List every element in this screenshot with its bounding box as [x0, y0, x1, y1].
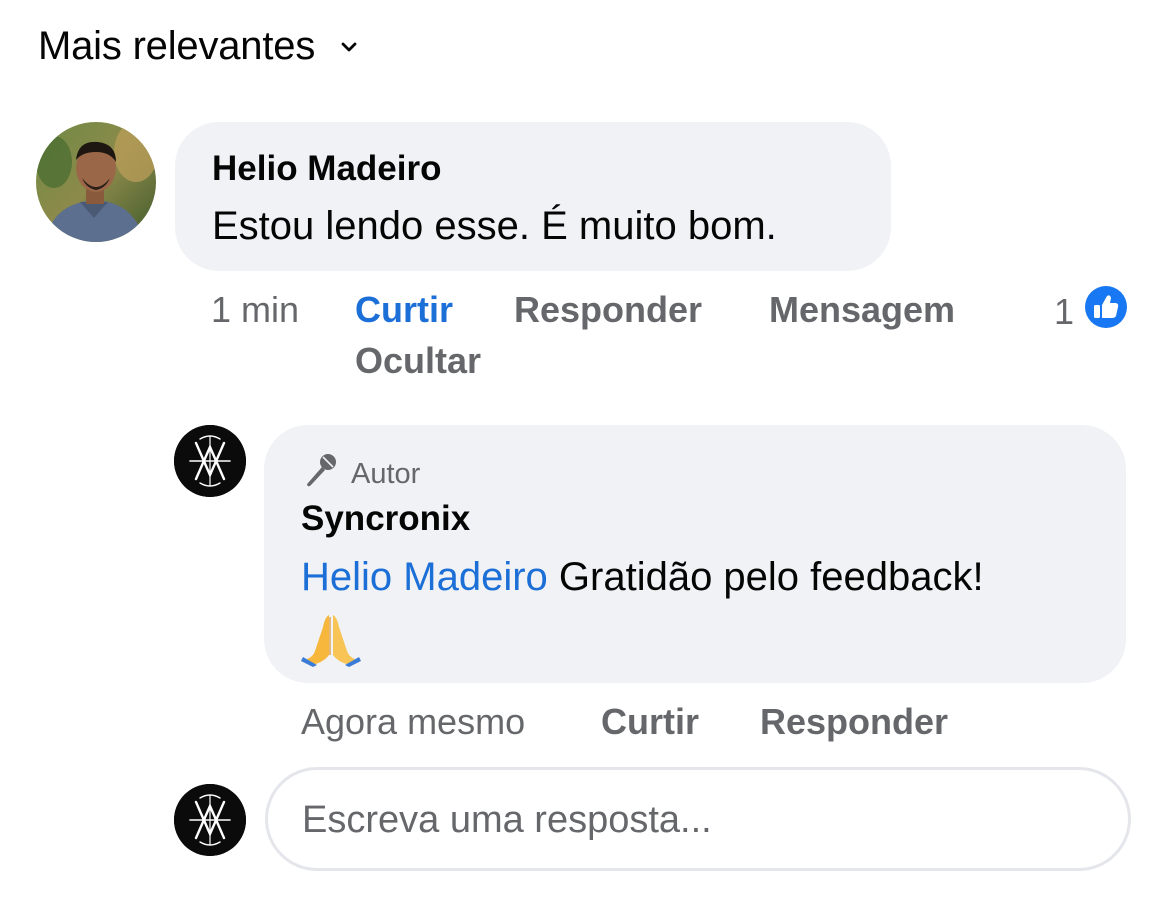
reply-like-button[interactable]: Curtir — [601, 701, 699, 743]
reply-reply-button[interactable]: Responder — [760, 701, 948, 743]
reply-composer[interactable] — [265, 767, 1131, 871]
reply-timestamp[interactable]: Agora mesmo — [301, 701, 525, 743]
reply-input-field[interactable] — [302, 796, 1092, 844]
reply-actions: Agora mesmo Curtir Responder — [0, 0, 1170, 760]
comments-section: Mais relevantes Helio Madeiro Estou lend… — [0, 0, 1170, 912]
composer-avatar — [174, 784, 246, 856]
